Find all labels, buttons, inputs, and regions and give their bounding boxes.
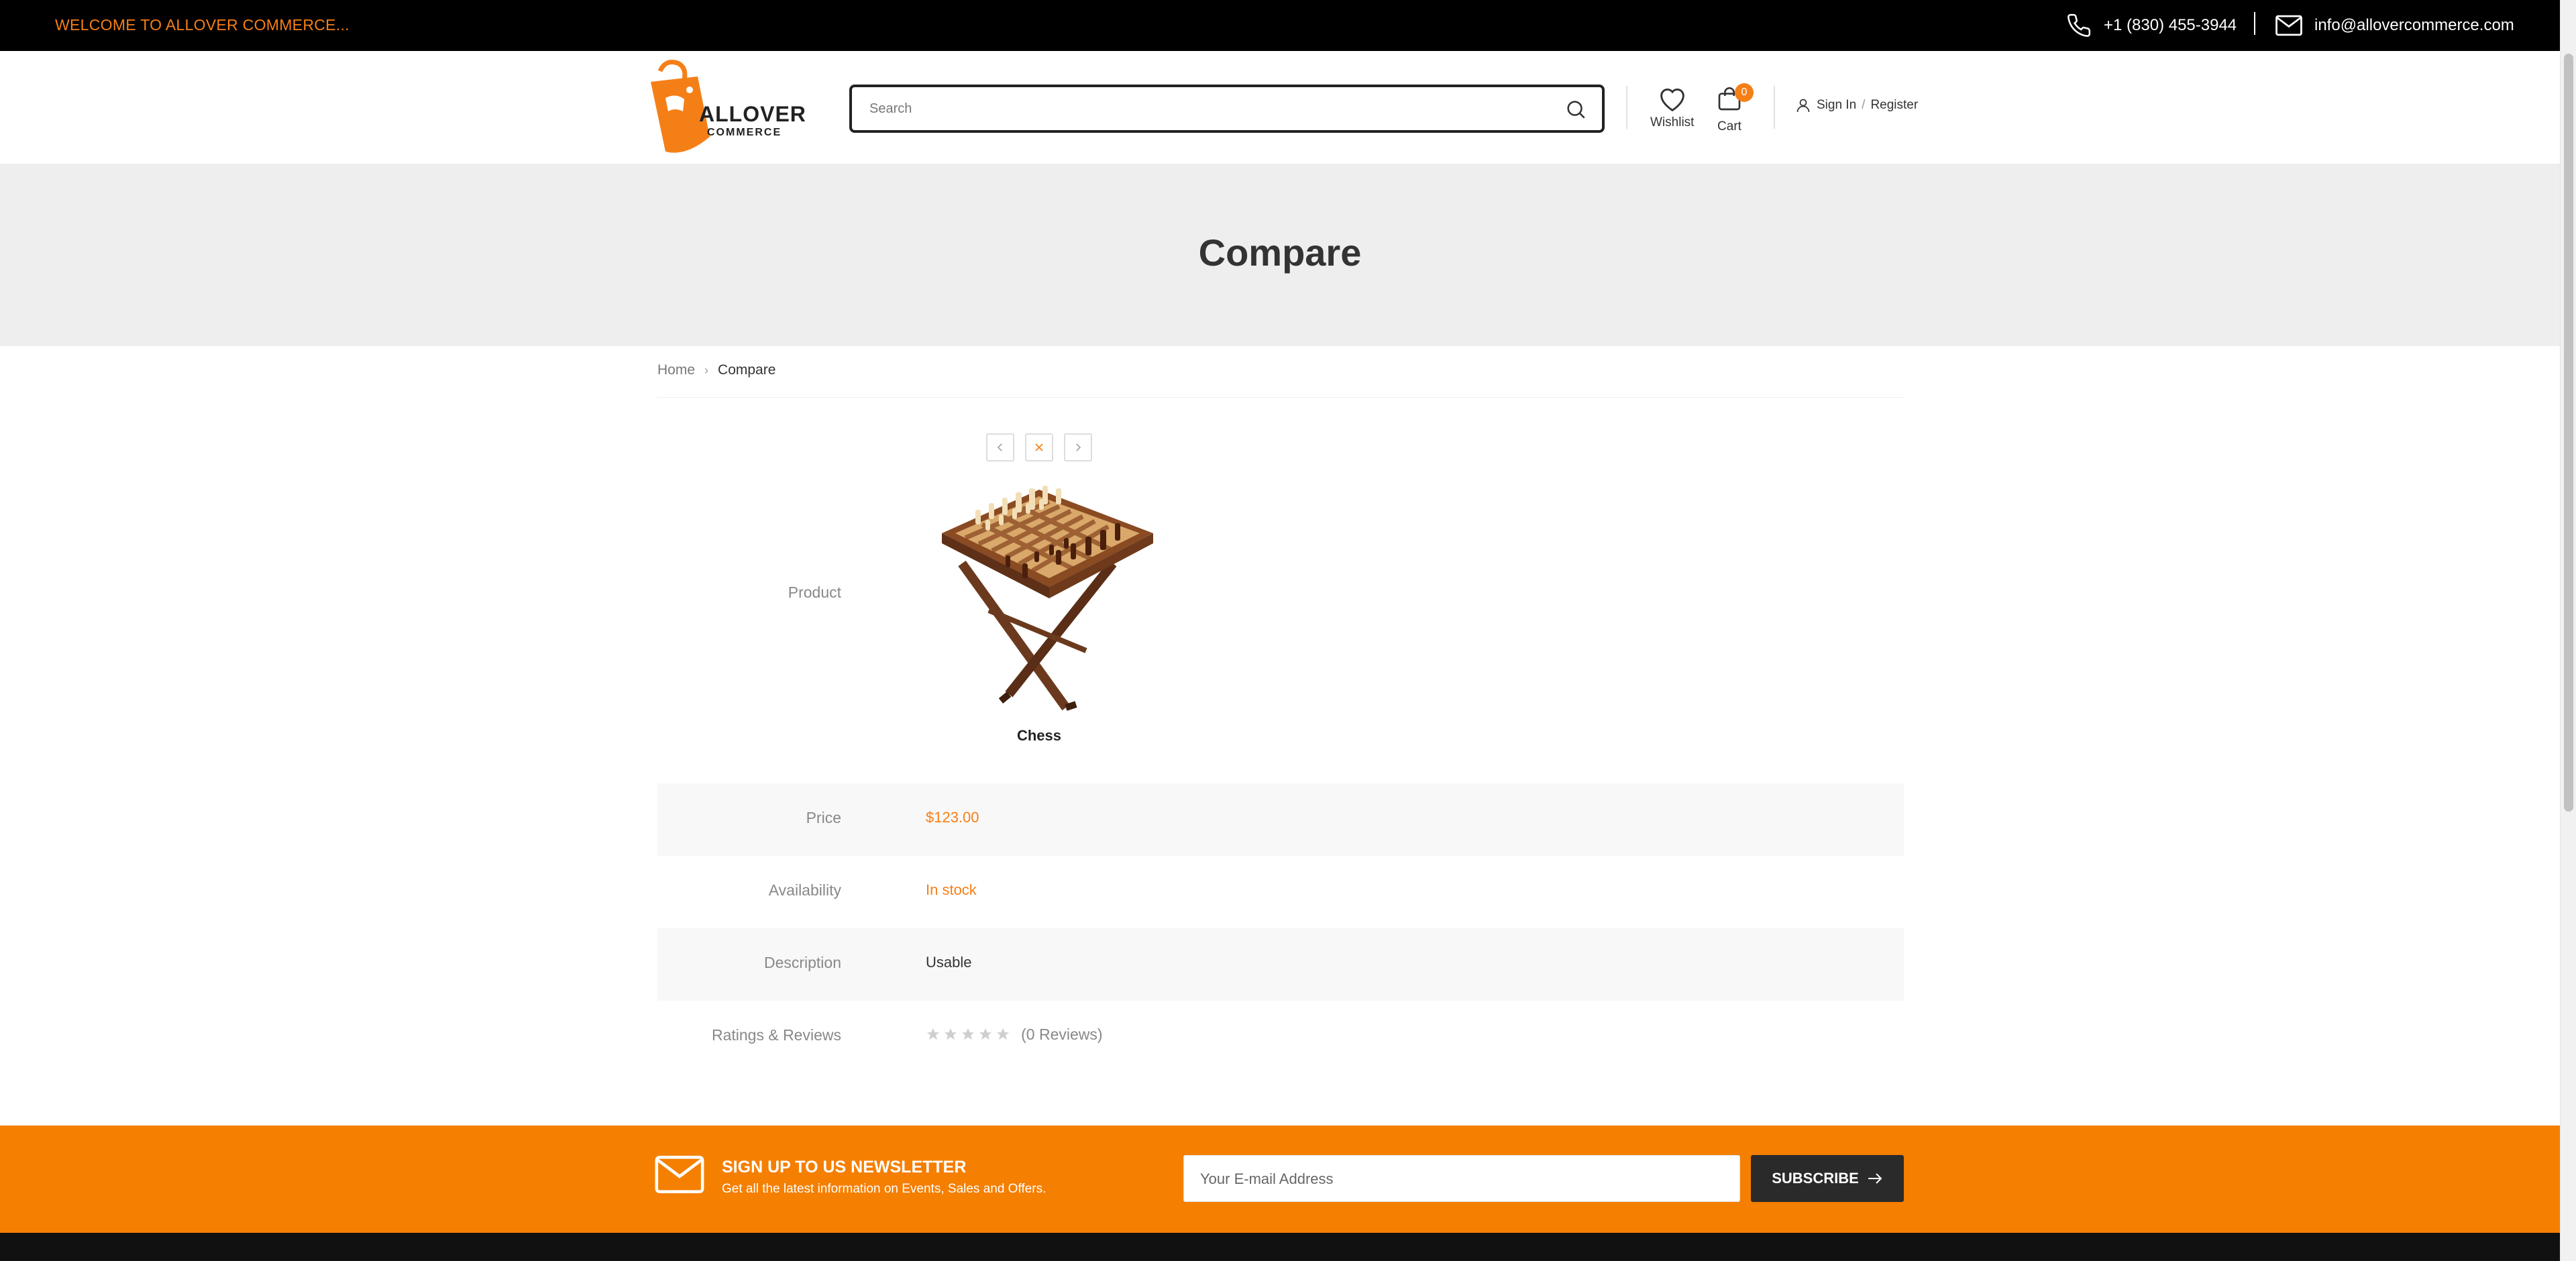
- star-icon: [961, 1028, 975, 1040]
- breadcrumb-current: Compare: [718, 362, 776, 378]
- star-icon: [996, 1028, 1010, 1040]
- rating-stars: [926, 1027, 1010, 1042]
- top-bar: WELCOME TO ALLOVER COMMERCE... +1 (830) …: [0, 0, 2560, 51]
- heart-icon: [1660, 89, 1684, 112]
- logo-line-2: COMMERCE: [707, 127, 782, 138]
- subscribe-label: SUBSCRIBE: [1772, 1170, 1859, 1187]
- chevron-right-icon: [1076, 443, 1081, 451]
- product-name-link[interactable]: Chess: [922, 727, 1157, 745]
- compare-row-product: Product: [657, 416, 1904, 778]
- page-title: Compare: [1198, 231, 1362, 274]
- phone-number: +1 (830) 455-3944: [2104, 16, 2237, 34]
- header-divider: [1626, 86, 1627, 129]
- availability-row-label: Availability: [768, 881, 841, 899]
- register-link[interactable]: Register: [1870, 98, 1918, 113]
- compare-row-ratings: Ratings & Reviews (0 Reviews): [657, 1001, 1904, 1073]
- email-address: info@allovercommerce.com: [2314, 16, 2514, 34]
- newsletter-email-input[interactable]: [1200, 1167, 1723, 1191]
- email-contact[interactable]: info@allovercommerce.com: [2275, 0, 2514, 51]
- stock-status: In stock: [926, 881, 977, 898]
- star-icon: [979, 1028, 992, 1040]
- footer-top-edge: [0, 1233, 2560, 1261]
- breadcrumb: Home › Compare: [657, 362, 775, 378]
- move-left-button[interactable]: [986, 433, 1014, 461]
- mail-icon: [2275, 15, 2302, 36]
- chevron-left-icon: [997, 443, 1002, 451]
- cart-link[interactable]: 0 Cart: [1716, 83, 1754, 134]
- search-icon[interactable]: [1564, 98, 1587, 121]
- product-controls: [986, 433, 1092, 461]
- header-divider: [1774, 86, 1775, 129]
- search-box: [849, 85, 1605, 133]
- wishlist-link[interactable]: Wishlist: [1650, 86, 1694, 130]
- breadcrumb-divider: [657, 397, 1904, 398]
- product-image[interactable]: [922, 470, 1157, 718]
- scrollbar-thumb[interactable]: [2564, 54, 2573, 812]
- newsletter-subtitle: Get all the latest information on Events…: [722, 1182, 1046, 1196]
- sign-in-link[interactable]: Sign In: [1817, 98, 1856, 113]
- move-right-button[interactable]: [1064, 433, 1092, 461]
- remove-icon: [1035, 443, 1043, 451]
- phone-contact[interactable]: +1 (830) 455-3944: [2066, 0, 2237, 51]
- remove-product-button[interactable]: [1025, 433, 1053, 461]
- page-title-banner: Compare: [0, 164, 2560, 346]
- ratings-row-label: Ratings & Reviews: [711, 1026, 841, 1044]
- chess-table-image: [942, 486, 1153, 711]
- description-row-label: Description: [763, 954, 841, 971]
- star-icon: [926, 1028, 940, 1040]
- welcome-text: WELCOME TO ALLOVER COMMERCE...: [55, 16, 350, 34]
- account-links: Sign In / Register: [1795, 97, 1918, 114]
- wishlist-label: Wishlist: [1650, 115, 1695, 129]
- cart-label: Cart: [1717, 119, 1741, 133]
- chevron-right-icon: ›: [704, 363, 709, 377]
- account-separator: /: [1862, 98, 1866, 112]
- phone-icon: [2068, 13, 2091, 37]
- product-price: $123.00: [926, 809, 979, 826]
- site-logo[interactable]: ALLOVER COMMERCE: [645, 58, 806, 158]
- envelope-icon: [655, 1156, 704, 1193]
- product-row-label: Product: [788, 584, 841, 601]
- search-input[interactable]: [869, 97, 1540, 121]
- price-row-label: Price: [806, 809, 841, 826]
- newsletter-email-box: [1183, 1155, 1740, 1202]
- user-icon: [1796, 99, 1810, 113]
- reviews-count-link[interactable]: (0 Reviews): [1021, 1026, 1102, 1043]
- product-description: Usable: [926, 954, 972, 971]
- page-scrollbar[interactable]: [2560, 0, 2576, 1261]
- arrow-right-icon: [1868, 1173, 1882, 1184]
- subscribe-button[interactable]: SUBSCRIBE: [1751, 1155, 1904, 1202]
- cart-count-badge: 0: [1735, 83, 1754, 102]
- logo-text: ALLOVER COMMERCE: [699, 103, 806, 138]
- site-header: ALLOVER COMMERCE Wishlist 0 Cart: [0, 51, 2560, 164]
- logo-line-1: ALLOVER: [699, 102, 806, 126]
- star-icon: [944, 1028, 957, 1040]
- newsletter-section: SIGN UP TO US NEWSLETTER Get all the lat…: [0, 1126, 2560, 1233]
- compare-row-price: Price $123.00: [657, 783, 1904, 856]
- breadcrumb-home-link[interactable]: Home: [657, 362, 695, 378]
- newsletter-title: SIGN UP TO US NEWSLETTER: [722, 1158, 967, 1176]
- compare-row-description: Description Usable: [657, 928, 1904, 1001]
- topbar-divider: [2254, 12, 2255, 35]
- product-rating[interactable]: (0 Reviews): [926, 1025, 1103, 1044]
- compare-row-availability: Availability In stock: [657, 856, 1904, 928]
